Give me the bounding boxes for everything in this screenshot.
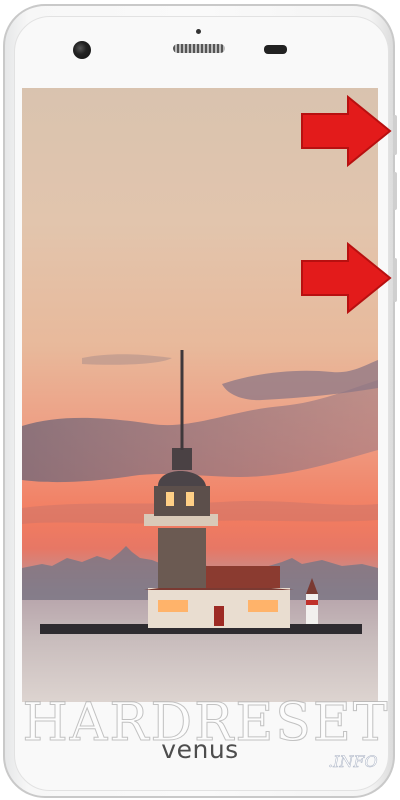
tower-mid (154, 486, 210, 516)
volume-up-button[interactable] (393, 172, 397, 210)
volume-down-button[interactable] (393, 258, 397, 302)
wallpaper-image (22, 350, 378, 702)
lock-screen-wallpaper[interactable] (22, 88, 378, 702)
earpiece-speaker (173, 44, 225, 53)
tower-lantern (172, 448, 192, 470)
tower-base (158, 528, 206, 588)
red-arrow-icon (301, 241, 392, 315)
tower-window (186, 492, 194, 506)
cloud-thin (82, 354, 172, 365)
power-button[interactable] (393, 115, 397, 155)
sensor-dot (196, 29, 201, 34)
tower-window (166, 492, 174, 506)
door (214, 606, 224, 626)
lighthouse-stripe (306, 600, 318, 605)
lighthouse (306, 594, 318, 624)
front-camera (73, 41, 91, 59)
cloud-band (22, 380, 378, 483)
red-arrow-icon (301, 94, 392, 168)
lit-window (158, 600, 188, 612)
brand-logo: venus (161, 735, 239, 764)
lit-window (248, 600, 278, 612)
proximity-sensor (264, 45, 287, 54)
tower-annex (204, 566, 280, 588)
